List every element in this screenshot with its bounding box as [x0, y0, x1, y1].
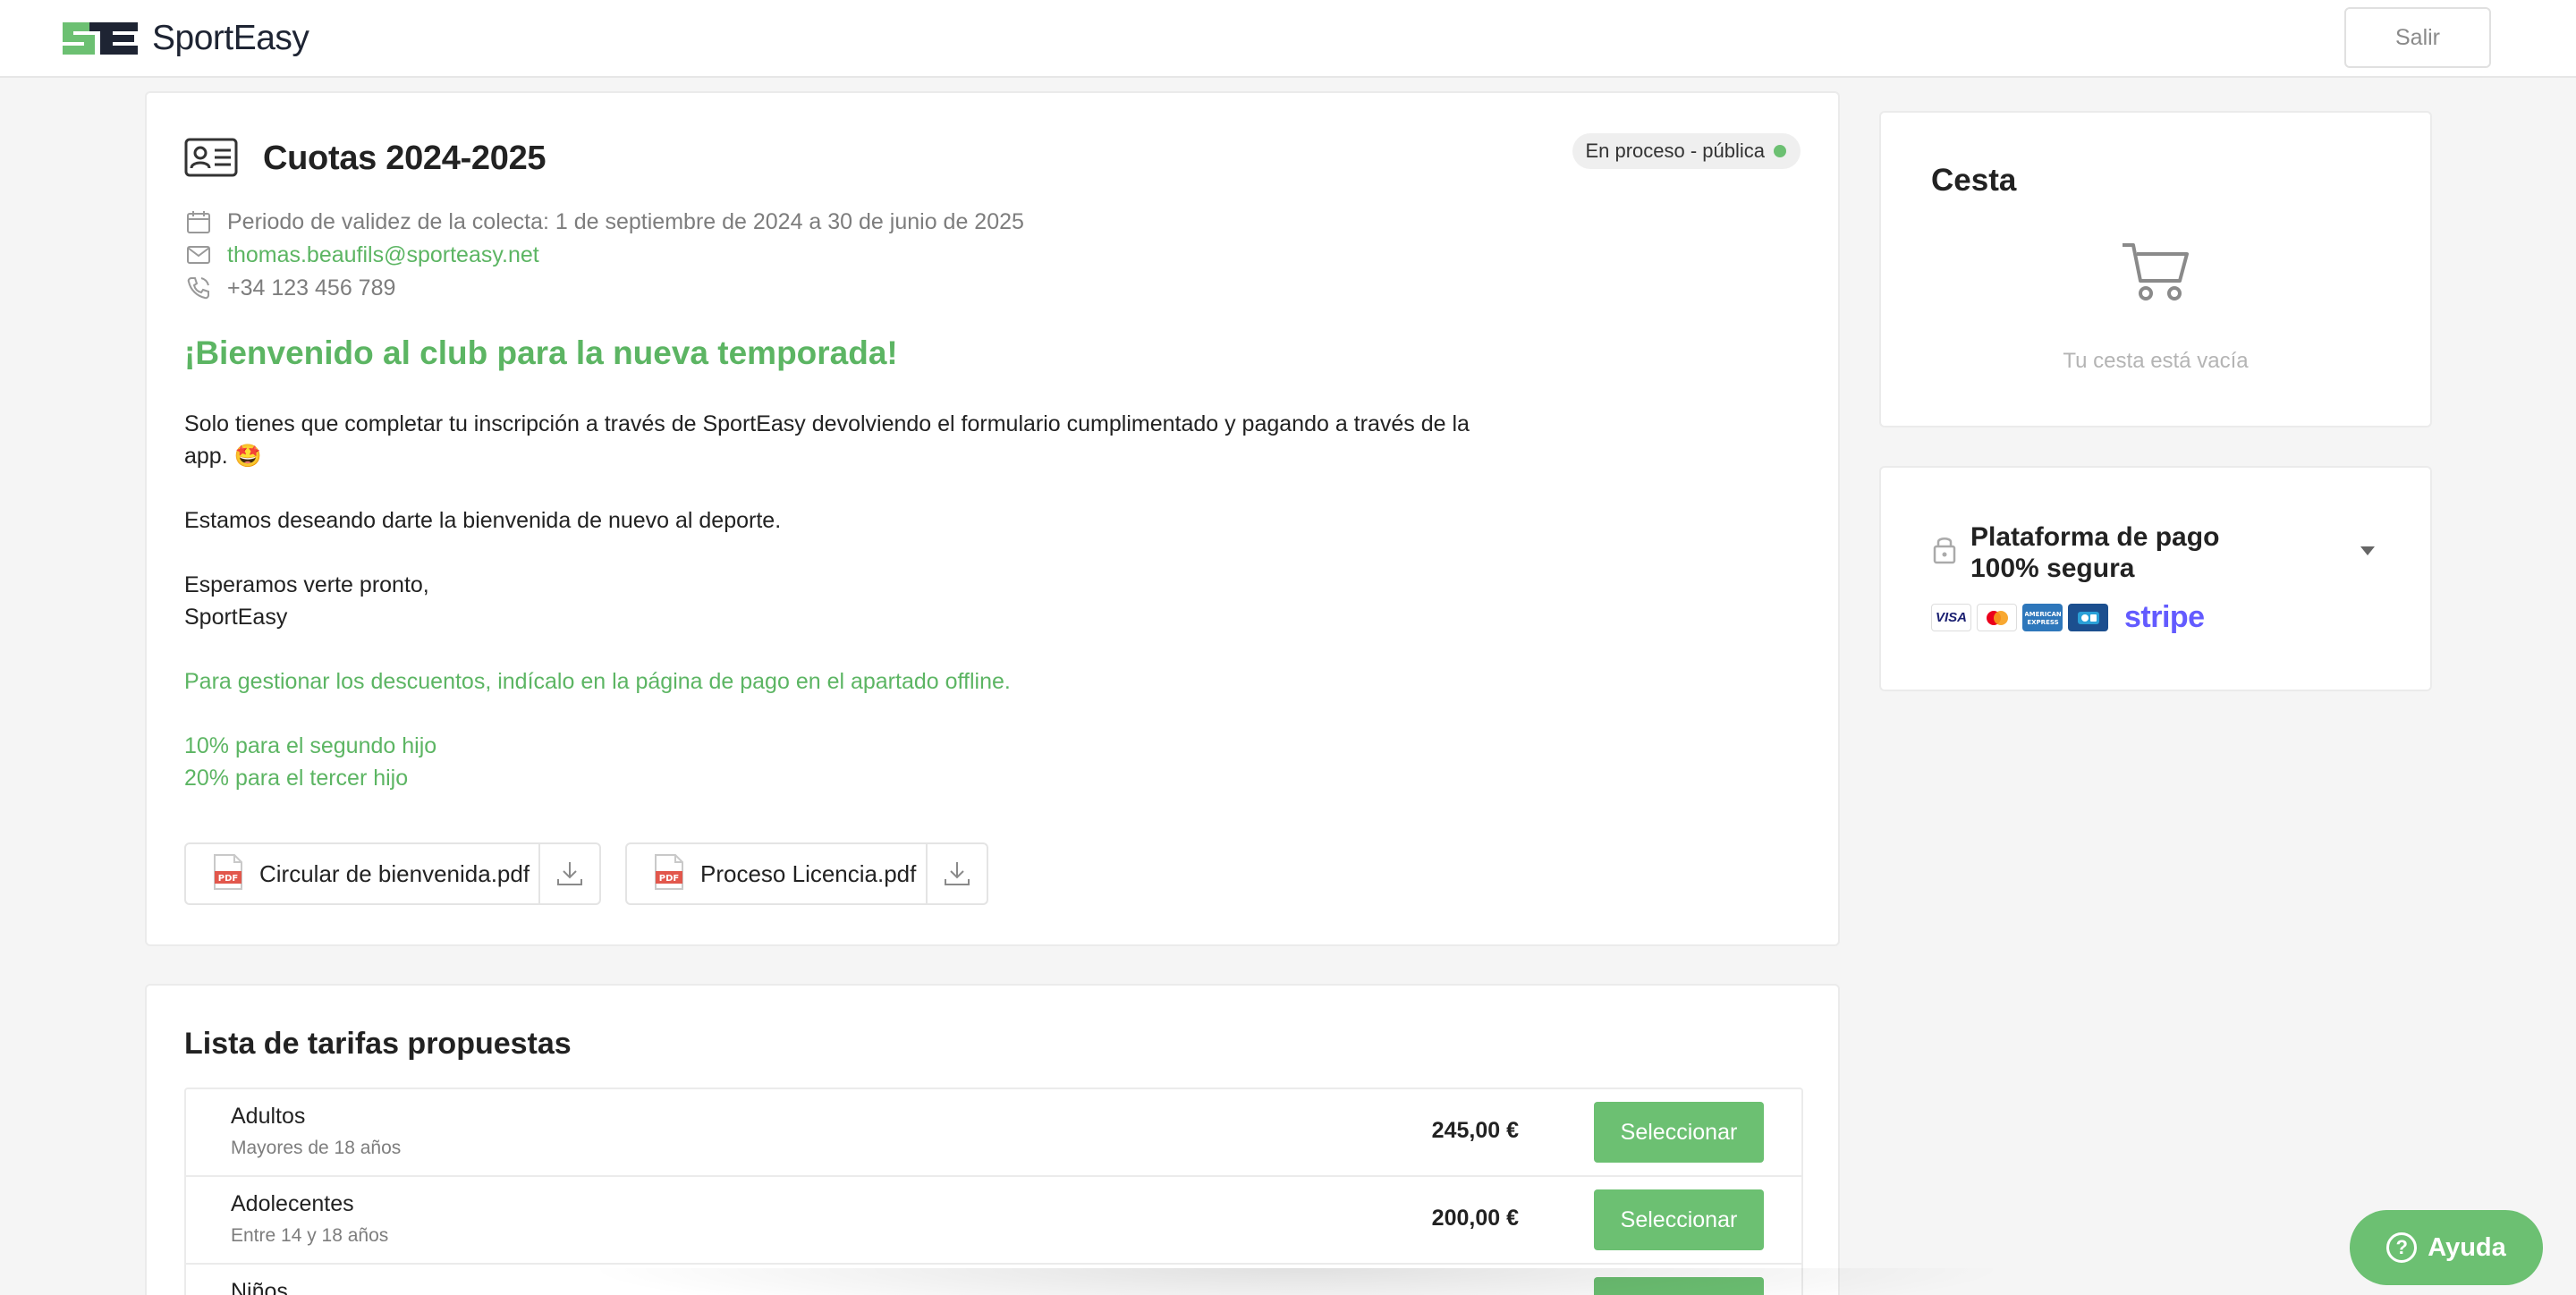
help-label: Ayuda [2428, 1232, 2506, 1262]
email-link[interactable]: thomas.beaufils@sporteasy.net [227, 242, 539, 268]
pdf-icon: PDF [654, 853, 684, 895]
attachment-name: Proceso Licencia.pdf [700, 859, 917, 887]
attachment-license-process[interactable]: PDF Proceso Licencia.pdf [625, 842, 988, 905]
phone-text: +34 123 456 789 [227, 275, 396, 300]
cart-empty-text: Tu cesta está vacía [2063, 349, 2249, 373]
tariff-name: Niños [231, 1279, 288, 1295]
logo-text: SportEasy [152, 19, 309, 57]
exit-button[interactable]: Salir [2344, 7, 2491, 68]
status-text: En proceso - pública [1585, 140, 1765, 162]
envelope-icon [184, 241, 213, 269]
cb-icon [2068, 604, 2108, 631]
select-button[interactable]: Seleccionar [1594, 1277, 1764, 1295]
question-mark-icon: ? [2386, 1232, 2418, 1263]
tariff-description: Mayores de 18 años [231, 1138, 402, 1158]
email-row[interactable]: thomas.beaufils@sporteasy.net [184, 241, 539, 269]
select-button[interactable]: Seleccionar [1594, 1189, 1764, 1250]
top-bar: SportEasy Salir [0, 0, 2576, 78]
closing-line: Esperamos verte pronto, [184, 572, 429, 597]
tariff-name: Adolecentes [231, 1191, 354, 1216]
discount-note: Para gestionar los descuentos, indícalo … [184, 669, 1011, 694]
payment-brands: VISA AMERICAN EXPRESS stripe [1931, 600, 2205, 635]
se-logo-icon [63, 22, 138, 55]
tariffs-card: Lista de tarifas propuestas Adultos Mayo… [145, 984, 1840, 1295]
svg-text:PDF: PDF [218, 874, 238, 884]
tariff-name: Adultos [231, 1104, 306, 1129]
svg-text:EXPRESS: EXPRESS [2027, 619, 2058, 626]
tariffs-title: Lista de tarifas propuestas [184, 1027, 572, 1061]
calendar-icon [184, 207, 213, 236]
status-badge: En proceso - pública [1572, 133, 1801, 169]
collection-title: Cuotas 2024-2025 [263, 140, 547, 177]
id-card-icon [184, 138, 238, 182]
visa-icon: VISA [1931, 604, 1971, 631]
tariff-description: Entre 14 y 18 años [231, 1225, 389, 1246]
help-button[interactable]: ? Ayuda [2350, 1210, 2543, 1285]
lock-icon [1933, 534, 1956, 569]
attachment-welcome-circular[interactable]: PDF Circular de bienvenida.pdf [184, 842, 601, 905]
sporteasy-logo[interactable]: SportEasy [59, 18, 309, 59]
mastercard-icon [1977, 604, 2017, 631]
cart-title: Cesta [1931, 163, 2017, 198]
intro-paragraph: Solo tienes que completar tu inscripción… [184, 411, 1470, 469]
tariff-price: 200,00 € [1431, 1206, 1519, 1231]
svg-text:AMERICAN: AMERICAN [2025, 611, 2061, 618]
pdf-icon: PDF [213, 853, 243, 895]
tariff-price: 245,00 € [1431, 1118, 1519, 1143]
tariff-row-children: Niños Seleccionar [186, 1265, 1801, 1295]
cart-card: Cesta Tu cesta está vacía [1879, 111, 2432, 427]
select-button[interactable]: Seleccionar [1594, 1102, 1764, 1163]
signature-line: SportEasy [184, 605, 288, 630]
download-icon[interactable] [926, 844, 987, 903]
welcome-paragraph: Estamos deseando darte la bienvenida de … [184, 508, 782, 533]
tariff-list: Adultos Mayores de 18 años 245,00 € Sele… [184, 1088, 1803, 1295]
discount-third-child: 20% para el tercer hijo [184, 766, 409, 791]
validity-row: Periodo de validez de la colecta: 1 de s… [184, 207, 1024, 236]
phone-row: +34 123 456 789 [184, 274, 395, 302]
amex-icon: AMERICAN EXPRESS [2022, 604, 2063, 631]
discount-second-child: 10% para el segundo hijo [184, 733, 437, 758]
tariff-row-adults: Adultos Mayores de 18 años 245,00 € Sele… [186, 1089, 1801, 1177]
validity-text: Periodo de validez de la colecta: 1 de s… [227, 208, 1024, 234]
svg-text:PDF: PDF [659, 874, 679, 884]
stripe-logo: stripe [2124, 600, 2205, 634]
attachment-name: Circular de bienvenida.pdf [259, 859, 530, 887]
shopping-cart-icon [2121, 240, 2190, 309]
secure-title: Plataforma de pago 100% segura [1970, 522, 2220, 583]
collection-card: Cuotas 2024-2025 En proceso - pública Pe… [145, 91, 1840, 946]
download-icon[interactable] [538, 844, 599, 903]
welcome-heading: ¡Bienvenido al club para la nueva tempor… [184, 334, 898, 371]
phone-icon [184, 274, 213, 302]
status-dot [1774, 145, 1786, 157]
chevron-down-icon[interactable] [2359, 545, 2377, 562]
tariff-row-teens: Adolecentes Entre 14 y 18 años 200,00 € … [186, 1177, 1801, 1265]
secure-payment-card[interactable]: Plataforma de pago 100% segura VISA AMER… [1879, 466, 2432, 691]
